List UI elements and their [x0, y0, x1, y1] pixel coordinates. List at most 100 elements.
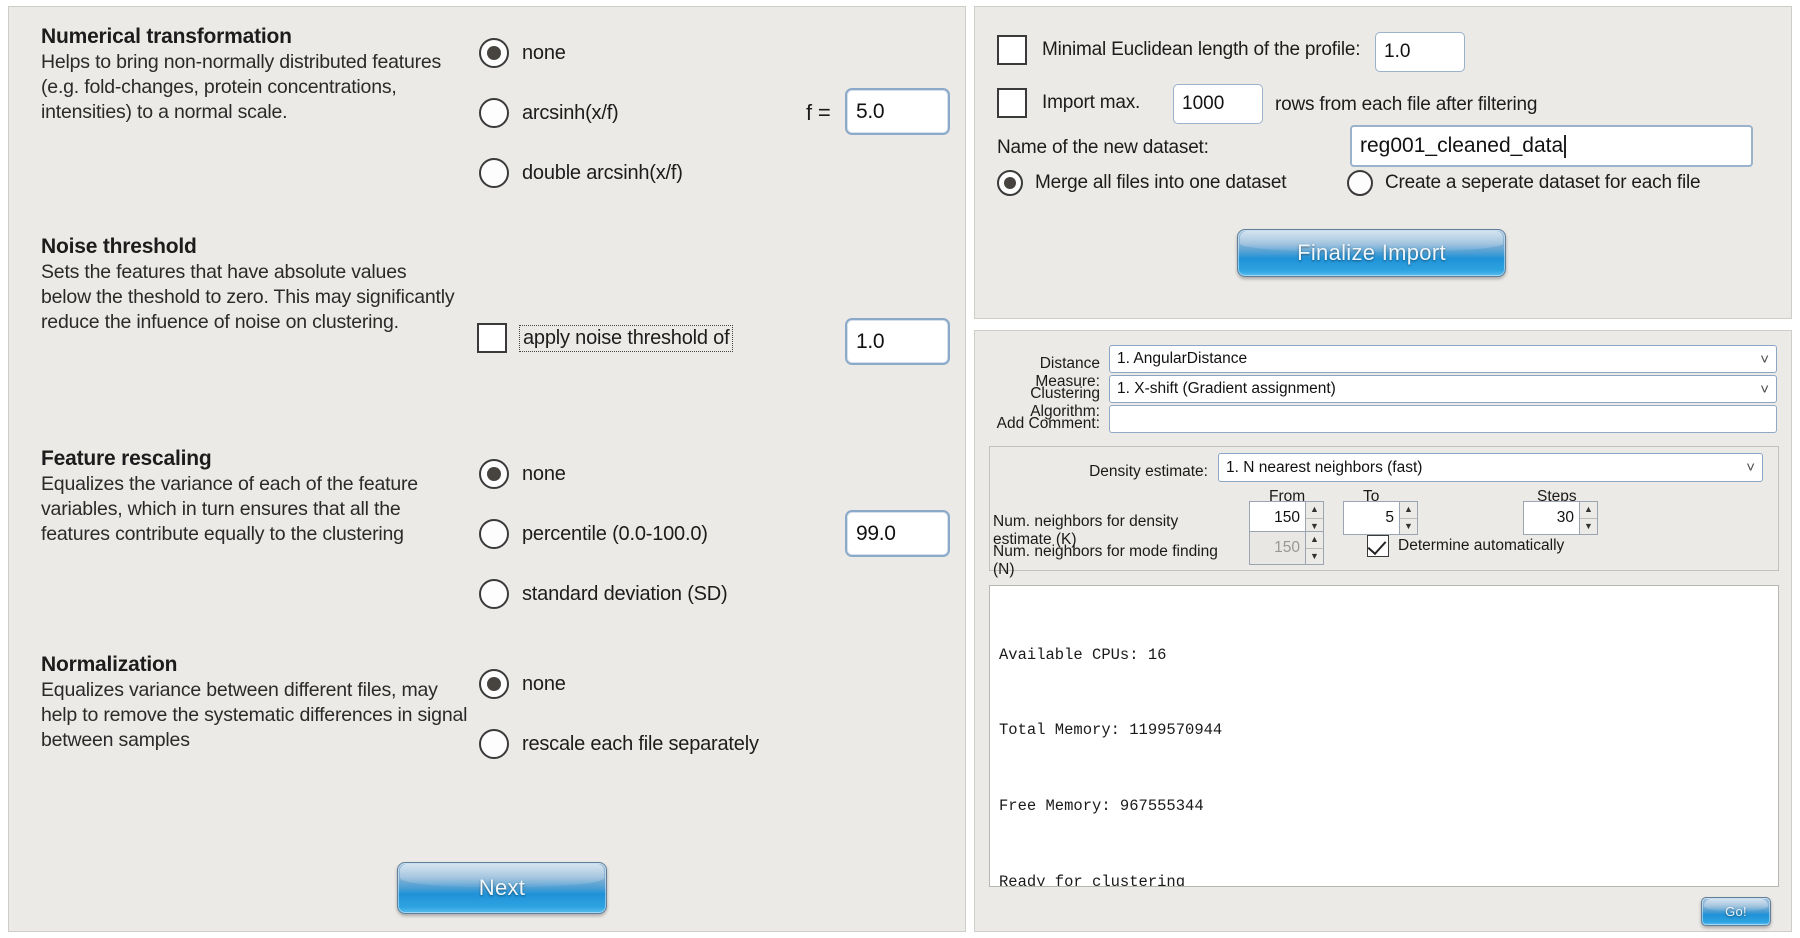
clustering-log-console[interactable]: Available CPUs: 16 Total Memory: 1199570… [989, 585, 1779, 887]
density-estimate-value: 1. N nearest neighbors (fast) [1226, 458, 1423, 476]
clustering-settings-panel: Distance Measure: 1. AngularDistance ˅ C… [974, 330, 1792, 932]
checkbox-apply-noise-threshold[interactable]: apply noise threshold of [477, 323, 734, 353]
factor-label: f = [806, 100, 831, 125]
section-title: Feature rescaling [41, 447, 212, 470]
radio-label: rescale each file separately [522, 732, 759, 755]
min-euclidean-length-label: Minimal Euclidean length of the profile: [1042, 39, 1361, 60]
section-normalization: Normalization Equalizes variance between… [41, 653, 471, 753]
spinner-up-icon[interactable]: ▲ [1580, 502, 1597, 519]
radio-merge-all-files[interactable]: Merge all files into one dataset [997, 170, 1287, 196]
checkbox-label: apply noise threshold of [519, 324, 734, 352]
k-steps-value[interactable]: 30 [1523, 501, 1579, 535]
radio-normalization-rescale-each[interactable]: rescale each file separately [479, 729, 759, 759]
checkbox-determine-automatically[interactable]: Determine automatically [1367, 535, 1564, 557]
chevron-down-icon: ˅ [1760, 380, 1769, 398]
k-to-spinner[interactable]: 5 ▲ ▼ [1343, 501, 1418, 535]
min-euclidean-length-input[interactable]: 1.0 [1375, 32, 1465, 72]
go-button-label: Go! [1725, 904, 1747, 919]
density-estimate-combo[interactable]: 1. N nearest neighbors (fast) ˅ [1218, 453, 1763, 482]
radio-normalization-none[interactable]: none [479, 669, 566, 699]
section-numerical-transformation: Numerical transformation Helps to bring … [41, 25, 461, 125]
radio-label: Merge all files into one dataset [1035, 172, 1287, 193]
radio-icon[interactable] [479, 459, 509, 489]
radio-icon[interactable] [1347, 170, 1373, 196]
percentile-input[interactable]: 99.0 [845, 510, 950, 557]
spinner-arrows[interactable]: ▲ ▼ [1579, 501, 1598, 535]
next-button[interactable]: Next [397, 862, 607, 914]
text-caret [1564, 134, 1566, 158]
spinner-down-icon[interactable]: ▼ [1580, 519, 1597, 535]
k-to-value[interactable]: 5 [1343, 501, 1399, 535]
radio-icon[interactable] [479, 729, 509, 759]
radio-icon[interactable] [479, 579, 509, 609]
clustering-algorithm-value: 1. X-shift (Gradient assignment) [1117, 380, 1336, 397]
section-title: Numerical transformation [41, 25, 292, 48]
spinner-up-icon[interactable]: ▲ [1400, 502, 1417, 519]
distance-measure-combo[interactable]: 1. AngularDistance ˅ [1109, 345, 1777, 373]
application-window: Numerical transformation Helps to bring … [0, 0, 1800, 938]
radio-icon[interactable] [479, 158, 509, 188]
add-comment-input[interactable] [1109, 405, 1777, 433]
dataset-name-value: reg001_cleaned_data [1360, 134, 1564, 157]
section-noise-threshold: Noise threshold Sets the features that h… [41, 235, 461, 335]
arcsinh-factor-input[interactable]: 5.0 [845, 88, 950, 135]
dataset-name-label: Name of the new dataset: [997, 137, 1209, 158]
section-title: Noise threshold [41, 235, 197, 258]
radio-icon[interactable] [479, 98, 509, 128]
checkbox-import-max-rows[interactable]: Import max. [997, 88, 1140, 118]
k-steps-spinner[interactable]: 30 ▲ ▼ [1523, 501, 1598, 535]
log-line: Total Memory: 1199570944 [999, 721, 1223, 740]
radio-transform-double-arcsinh[interactable]: double arcsinh(x/f) [479, 158, 683, 188]
checkbox-icon[interactable] [997, 88, 1027, 118]
section-feature-rescaling: Feature rescaling Equalizes the variance… [41, 447, 461, 547]
import-options-panel: Minimal Euclidean length of the profile:… [974, 6, 1792, 319]
n-neighbors-label: Num. neighbors for mode finding (N) [993, 543, 1218, 578]
k-from-spinner[interactable]: 150 ▲ ▼ [1249, 501, 1324, 535]
spinner-arrows: ▲ ▼ [1305, 531, 1324, 565]
radio-icon[interactable] [479, 38, 509, 68]
determine-automatically-label: Determine automatically [1398, 537, 1565, 554]
spinner-down-icon[interactable]: ▼ [1400, 519, 1417, 535]
radio-rescale-none[interactable]: none [479, 459, 566, 489]
log-line: Free Memory: 967555344 [999, 797, 1204, 815]
radio-rescale-percentile[interactable]: percentile (0.0-100.0) [479, 519, 708, 549]
noise-threshold-input[interactable]: 1.0 [845, 318, 950, 365]
checkbox-min-euclidean-length[interactable]: Minimal Euclidean length of the profile: [997, 35, 1361, 65]
section-description: Equalizes the variance of each of the fe… [41, 473, 418, 545]
radio-icon[interactable] [479, 669, 509, 699]
spinner-arrows[interactable]: ▲ ▼ [1399, 501, 1418, 535]
section-title: Normalization [41, 653, 178, 676]
checkbox-icon[interactable] [997, 35, 1027, 65]
k-from-value[interactable]: 150 [1249, 501, 1305, 535]
radio-icon[interactable] [997, 170, 1023, 196]
section-description: Equalizes variance between different fil… [41, 679, 468, 751]
chevron-down-icon: ˅ [1746, 459, 1755, 476]
density-estimate-label: Density estimate: [1089, 463, 1208, 480]
clustering-algorithm-combo[interactable]: 1. X-shift (Gradient assignment) ˅ [1109, 375, 1777, 403]
radio-icon[interactable] [479, 519, 509, 549]
checkbox-icon[interactable] [477, 323, 507, 353]
radio-transform-none[interactable]: none [479, 38, 566, 68]
radio-transform-arcsinh[interactable]: arcsinh(x/f) [479, 98, 619, 128]
dataset-name-input[interactable]: reg001_cleaned_data [1350, 125, 1753, 167]
radio-separate-dataset-per-file[interactable]: Create a seperate dataset for each file [1347, 170, 1701, 196]
finalize-import-label: Finalize Import [1297, 240, 1446, 265]
finalize-import-button[interactable]: Finalize Import [1237, 229, 1506, 277]
spinner-down-icon: ▼ [1310, 550, 1319, 561]
spinner-up-icon: ▲ [1306, 532, 1323, 549]
preprocessing-panel: Numerical transformation Helps to bring … [8, 6, 966, 932]
radio-rescale-sd[interactable]: standard deviation (SD) [479, 579, 728, 609]
section-description: Helps to bring non-normally distributed … [41, 51, 442, 123]
radio-label: percentile (0.0-100.0) [522, 522, 708, 545]
checkbox-icon[interactable] [1367, 535, 1389, 557]
n-value-spinner: 150 ▲ ▼ [1249, 531, 1324, 565]
import-max-rows-input[interactable]: 1000 [1173, 84, 1263, 124]
go-button[interactable]: Go! [1701, 897, 1771, 926]
radio-label: Create a seperate dataset for each file [1385, 172, 1701, 193]
radio-label: none [522, 462, 566, 485]
log-line: Ready for clustering [999, 872, 1186, 887]
spinner-up-icon[interactable]: ▲ [1306, 502, 1323, 519]
n-value: 150 [1249, 531, 1305, 565]
add-comment-label: Add Comment: [996, 415, 1100, 432]
spinner-arrows[interactable]: ▲ ▼ [1305, 501, 1324, 535]
